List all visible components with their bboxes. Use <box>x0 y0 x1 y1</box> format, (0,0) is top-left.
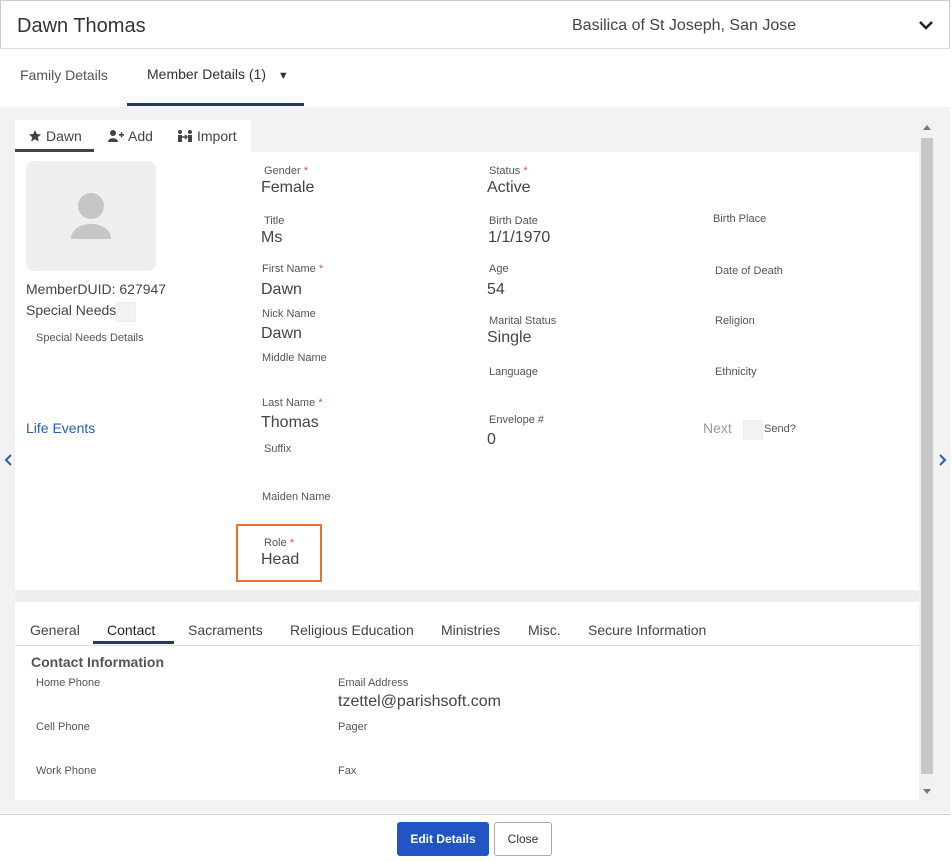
date-of-death-label: Date of Death <box>715 265 783 277</box>
send-label: Send? <box>764 423 796 435</box>
tab-religious-education[interactable]: Religious Education <box>290 622 414 638</box>
special-needs-checkbox[interactable] <box>116 302 136 322</box>
status-label: Status * <box>489 165 528 177</box>
first-name-value: Dawn <box>261 281 302 298</box>
chevron-down-icon[interactable] <box>917 18 935 32</box>
fax-label: Fax <box>338 765 357 777</box>
gender-value: Female <box>261 179 315 196</box>
contact-section-title: Contact Information <box>31 654 164 670</box>
ethnicity-label: Ethnicity <box>715 366 757 378</box>
home-phone-label: Home Phone <box>36 677 101 689</box>
last-name-value: Thomas <box>261 414 319 431</box>
active-tab-indicator <box>127 103 304 106</box>
top-tab-bar <box>0 50 950 107</box>
member-name-title: Dawn Thomas <box>17 15 146 37</box>
tab-general[interactable]: General <box>30 622 80 638</box>
scroll-up-icon[interactable] <box>922 123 932 131</box>
sub-tab-import[interactable]: Import <box>177 128 237 144</box>
scroll-down-icon[interactable] <box>922 788 932 796</box>
sub-tab-dawn-label: Dawn <box>46 128 82 144</box>
tab-misc[interactable]: Misc. <box>528 622 561 638</box>
birth-place-label: Birth Place <box>713 213 767 225</box>
email-label: Email Address <box>338 677 409 689</box>
title-value: Ms <box>261 229 283 246</box>
add-user-icon <box>108 130 124 142</box>
edit-details-button[interactable]: Edit Details <box>397 822 489 856</box>
tab-sacraments[interactable]: Sacraments <box>188 622 263 638</box>
pager-label: Pager <box>338 721 368 733</box>
caret-down-icon: ▼ <box>277 70 289 82</box>
role-label: Role * <box>264 537 294 549</box>
tab-family-details[interactable]: Family Details <box>20 67 108 83</box>
member-duid: MemberDUID: 627947 <box>26 281 167 297</box>
last-name-label: Last Name * <box>262 397 323 409</box>
role-value: Head <box>261 551 300 568</box>
cell-phone-label: Cell Phone <box>36 721 90 733</box>
member-photo[interactable] <box>26 161 156 271</box>
suffix-label: Suffix <box>264 443 292 455</box>
next-member-arrow-icon[interactable] <box>938 453 948 467</box>
tab-member-details[interactable]: Member Details (1) ▼ <box>147 66 289 82</box>
scrollbar-thumb[interactable] <box>921 138 933 774</box>
gender-label: Gender * <box>264 165 309 177</box>
age-label: Age <box>489 263 509 275</box>
work-phone-label: Work Phone <box>36 765 97 777</box>
status-value: Active <box>487 179 531 196</box>
sub-tab-add-label: Add <box>128 128 153 144</box>
section-divider <box>15 590 919 602</box>
age-value: 54 <box>487 281 505 298</box>
next-label: Next <box>703 420 732 436</box>
birth-date-value: 1/1/1970 <box>488 229 551 246</box>
birth-date-label: Birth Date <box>489 215 538 227</box>
marital-status-value: Single <box>487 329 532 346</box>
tab-divider <box>15 645 919 646</box>
marital-status-label: Marital Status <box>489 315 557 327</box>
first-name-label: First Name * <box>262 263 324 275</box>
import-users-icon <box>178 130 192 142</box>
user-avatar-icon <box>71 193 111 239</box>
nick-name-label: Nick Name <box>262 308 316 320</box>
tab-ministries[interactable]: Ministries <box>441 622 500 638</box>
parish-name: Basilica of St Joseph, San Jose <box>572 17 797 34</box>
life-events-link[interactable]: Life Events <box>26 420 95 436</box>
previous-member-arrow-icon[interactable] <box>3 453 13 467</box>
tab-contact[interactable]: Contact <box>107 622 155 638</box>
special-needs-details-label: Special Needs Details <box>36 332 144 344</box>
sub-tab-dawn[interactable]: Dawn <box>28 128 82 144</box>
language-label: Language <box>489 366 538 378</box>
nick-name-value: Dawn <box>261 325 302 342</box>
middle-name-label: Middle Name <box>262 352 327 364</box>
email-value: tzettel@parishsoft.com <box>338 693 501 710</box>
title-label: Title <box>264 215 285 227</box>
maiden-name-label: Maiden Name <box>262 491 331 503</box>
sub-tab-import-label: Import <box>197 128 237 144</box>
sub-tab-add[interactable]: Add <box>108 128 153 144</box>
active-detail-tab-indicator <box>93 641 174 644</box>
special-needs-label: Special Needs <box>26 302 117 318</box>
envelope-value: 0 <box>487 431 496 448</box>
close-button[interactable]: Close <box>494 822 552 856</box>
star-icon <box>29 130 41 142</box>
envelope-label: Envelope # <box>489 414 545 426</box>
tab-member-label: Member Details (1) <box>147 66 267 82</box>
tab-secure-information[interactable]: Secure Information <box>588 622 706 638</box>
religion-label: Religion <box>715 315 755 327</box>
send-checkbox[interactable] <box>743 420 763 440</box>
